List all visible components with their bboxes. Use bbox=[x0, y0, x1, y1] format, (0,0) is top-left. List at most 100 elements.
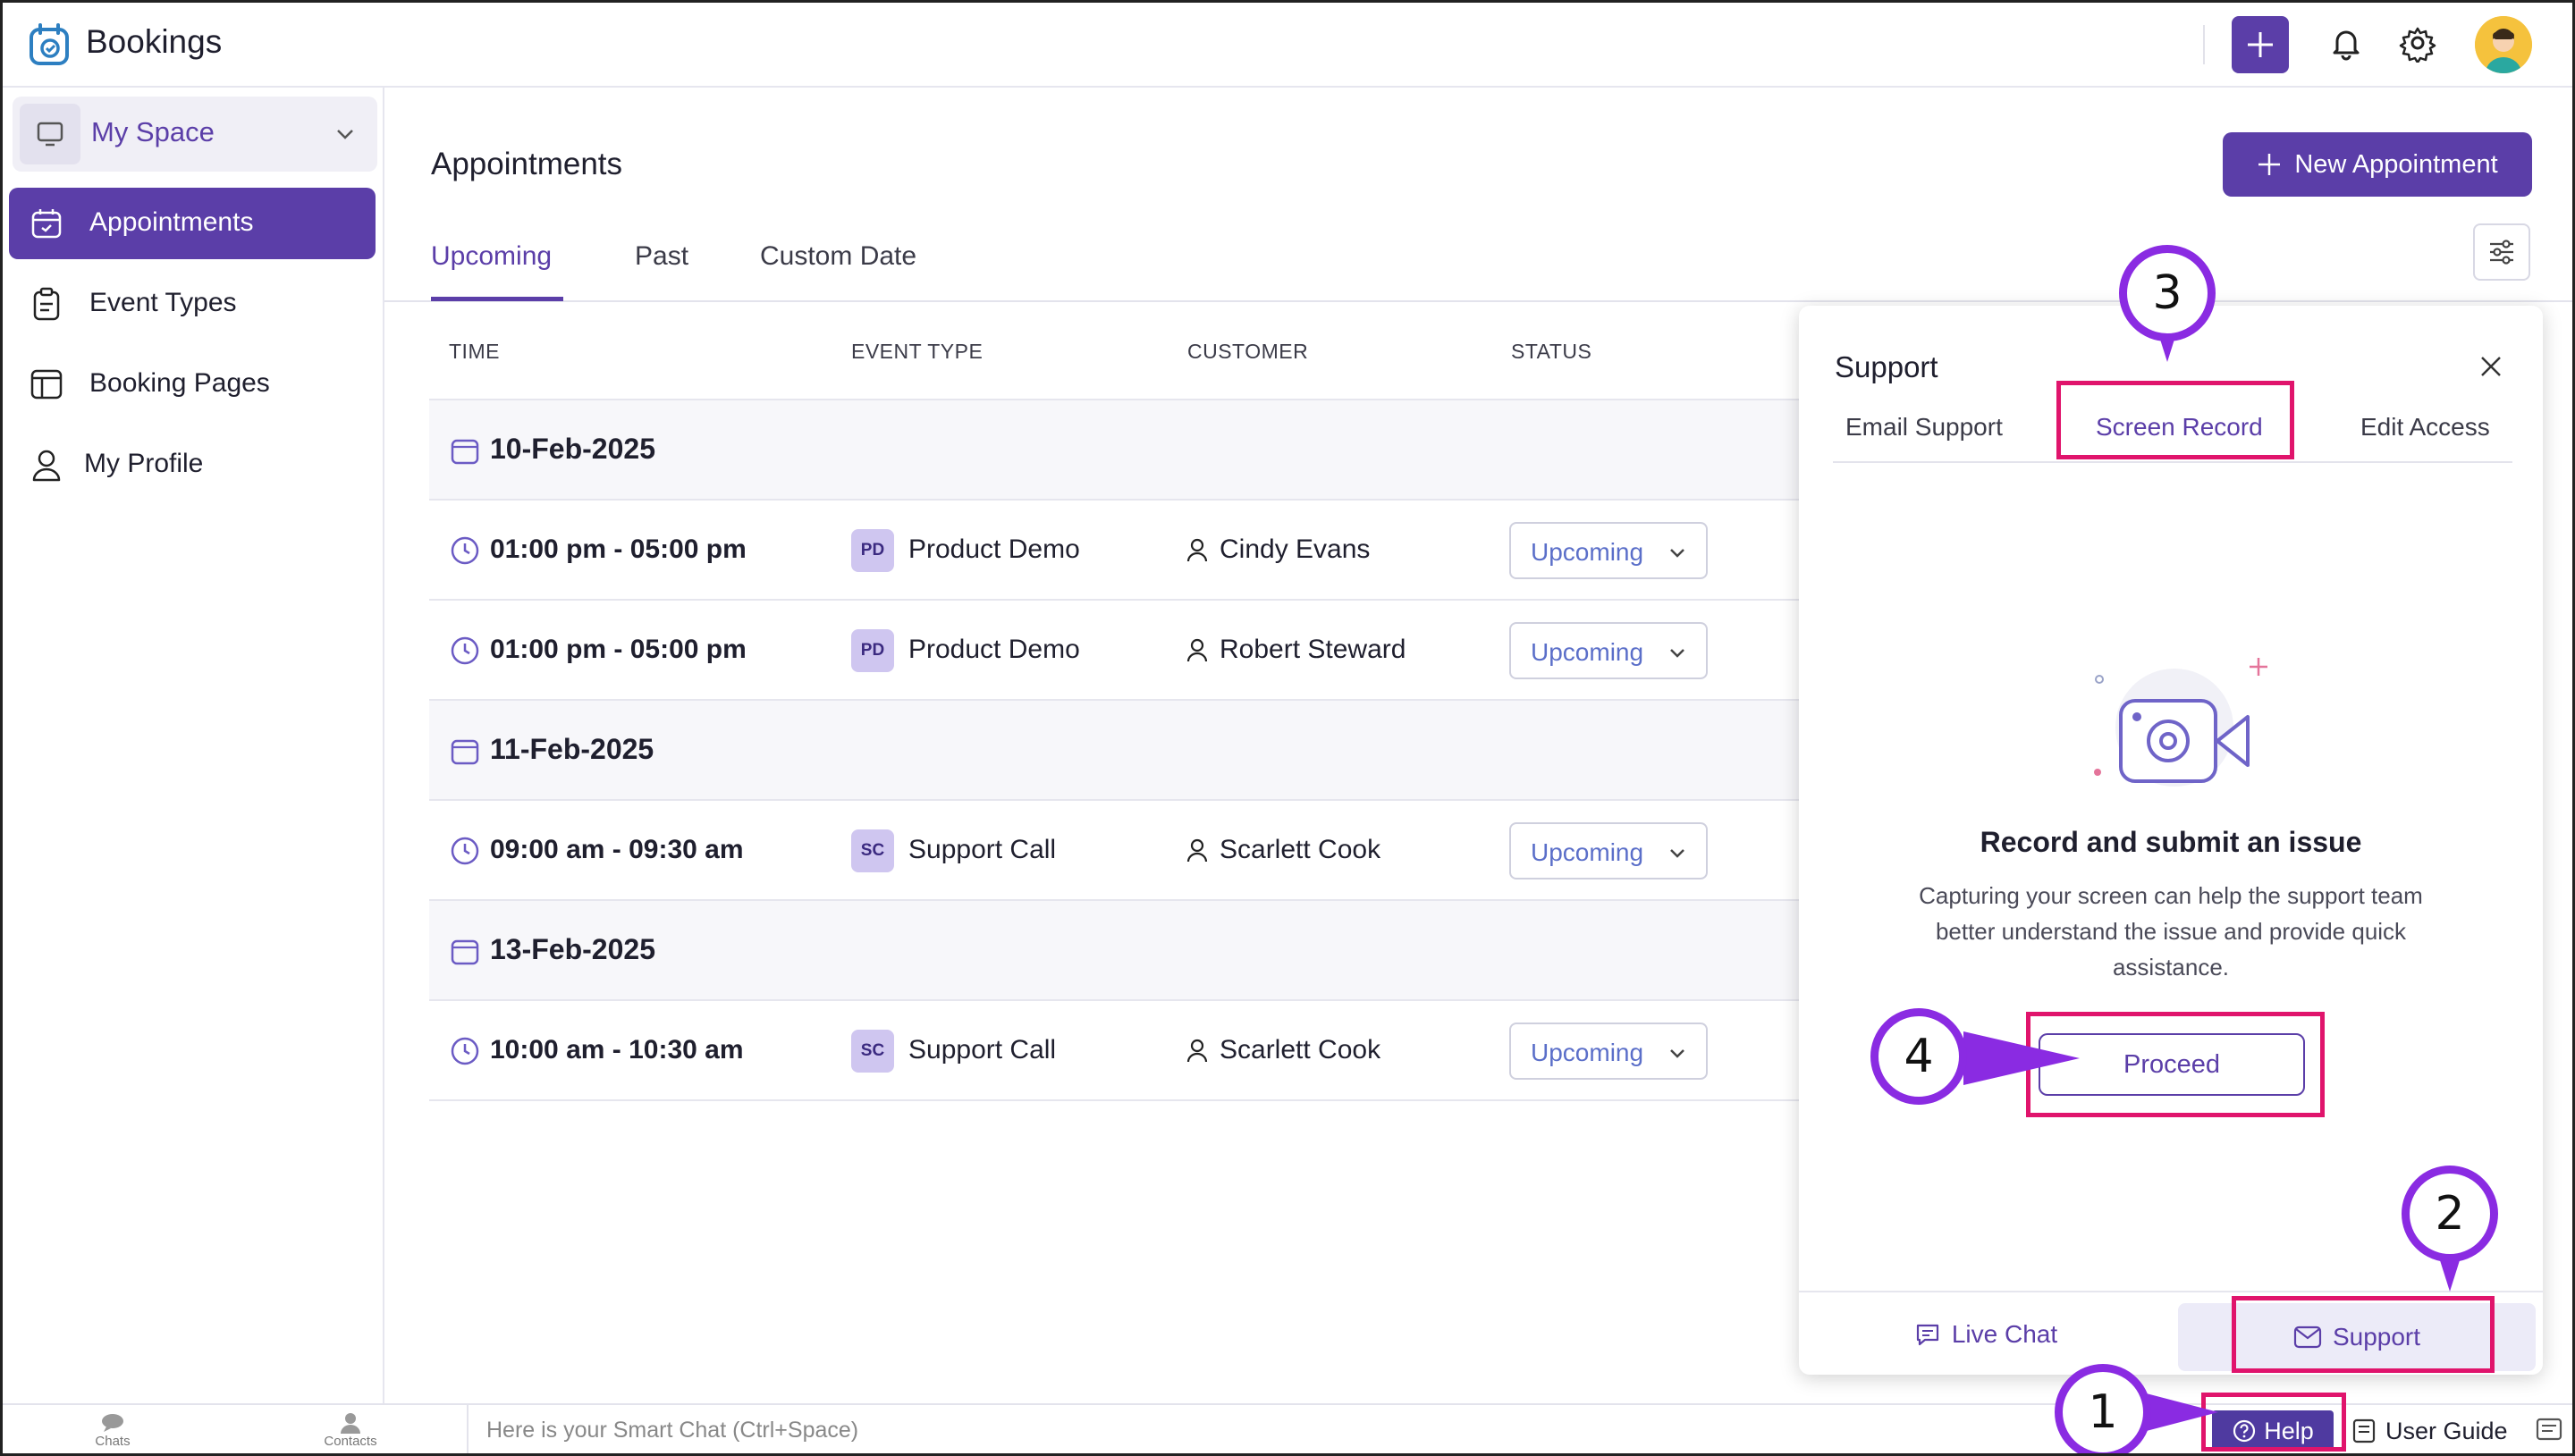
group-date: 11-Feb-2025 bbox=[490, 733, 654, 765]
record-heading: Record and submit an issue bbox=[1980, 826, 2362, 858]
appointment-time: 10:00 am - 10:30 am bbox=[490, 1035, 744, 1065]
sidebar: My Space Appointments Event Types Bookin… bbox=[0, 88, 384, 1403]
column-header-time: TIME bbox=[449, 340, 500, 363]
plus-icon bbox=[2258, 154, 2281, 175]
calendar-check-icon bbox=[31, 209, 62, 239]
status-value: Upcoming bbox=[1531, 638, 1644, 666]
smart-chat-input[interactable]: Here is your Smart Chat (Ctrl+Space) bbox=[467, 1405, 1629, 1456]
bell-icon[interactable] bbox=[2326, 23, 2366, 63]
chats-icon bbox=[102, 1414, 123, 1432]
contacts-icon bbox=[341, 1413, 360, 1434]
calendar-icon bbox=[451, 739, 479, 765]
notes-icon[interactable] bbox=[2534, 1414, 2564, 1444]
space-selector[interactable]: My Space bbox=[13, 97, 377, 172]
clock-icon bbox=[451, 837, 479, 865]
contacts-button[interactable]: Contacts bbox=[297, 1409, 404, 1455]
customer-name: Cindy Evans bbox=[1220, 534, 1371, 564]
appointment-time: 09:00 am - 09:30 am bbox=[490, 835, 744, 864]
event-badge: PD bbox=[851, 529, 894, 572]
date-group-row: 11-Feb-2025 bbox=[429, 701, 1806, 801]
callout-2: 2 bbox=[2402, 1166, 2498, 1262]
page-title: Appointments bbox=[431, 147, 623, 181]
tab-upcoming[interactable]: Upcoming bbox=[431, 241, 552, 272]
book-icon bbox=[2352, 1418, 2376, 1443]
clock-icon bbox=[451, 1037, 479, 1065]
user-icon bbox=[32, 450, 61, 482]
close-icon[interactable] bbox=[2475, 350, 2507, 383]
chat-bubble-icon bbox=[1916, 1324, 1938, 1346]
chevron-down-icon bbox=[1670, 1049, 1684, 1058]
chevron-down-icon bbox=[1670, 649, 1684, 658]
person-icon bbox=[1186, 838, 1208, 863]
table-row[interactable]: 09:00 am - 09:30 am SC Support Call Scar… bbox=[429, 801, 1806, 901]
appointment-time: 01:00 pm - 05:00 pm bbox=[490, 635, 747, 664]
live-chat-button[interactable]: Live Chat bbox=[1799, 1292, 2173, 1376]
active-tab-indicator bbox=[431, 297, 563, 301]
bookings-logo-icon bbox=[30, 23, 69, 65]
new-appointment-button[interactable]: New Appointment bbox=[2223, 132, 2532, 197]
event-type: Support Call bbox=[908, 1035, 1057, 1065]
sidebar-item-label: Event Types bbox=[89, 288, 237, 317]
table-row[interactable]: 01:00 pm - 05:00 pm PD Product Demo Robe… bbox=[429, 601, 1806, 701]
calendar-icon bbox=[451, 939, 479, 965]
sidebar-item-my-profile[interactable]: My Profile bbox=[9, 429, 376, 501]
customer-name: Robert Steward bbox=[1220, 635, 1406, 664]
chevron-down-icon bbox=[337, 130, 353, 139]
highlight-screen-record bbox=[2056, 381, 2294, 459]
sidebar-item-label: Booking Pages bbox=[89, 368, 270, 398]
calendar-icon bbox=[451, 439, 479, 465]
person-icon bbox=[1186, 1039, 1208, 1063]
group-date: 10-Feb-2025 bbox=[490, 433, 655, 465]
date-group-row: 13-Feb-2025 bbox=[429, 901, 1806, 1001]
gear-icon[interactable] bbox=[2398, 23, 2437, 63]
event-badge: SC bbox=[851, 829, 894, 872]
support-panel-title: Support bbox=[1835, 350, 1938, 383]
tab-past[interactable]: Past bbox=[635, 241, 688, 272]
tab-email-support[interactable]: Email Support bbox=[1845, 413, 2003, 442]
status-dropdown[interactable]: Upcoming bbox=[1509, 822, 1708, 879]
chevron-down-icon bbox=[1670, 849, 1684, 858]
sidebar-item-label: Appointments bbox=[89, 207, 254, 237]
user-guide-label: User Guide bbox=[2385, 1417, 2508, 1444]
create-button[interactable] bbox=[2232, 16, 2289, 73]
user-guide-button[interactable]: User Guide bbox=[2351, 1410, 2512, 1452]
tab-edit-access[interactable]: Edit Access bbox=[2360, 413, 2490, 442]
contacts-label: Contacts bbox=[324, 1434, 377, 1449]
table-row[interactable]: 10:00 am - 10:30 am SC Support Call Scar… bbox=[429, 1001, 1806, 1101]
status-value: Upcoming bbox=[1531, 838, 1644, 866]
sidebar-item-booking-pages[interactable]: Booking Pages bbox=[9, 349, 376, 420]
status-value: Upcoming bbox=[1531, 538, 1644, 566]
chats-label: Chats bbox=[95, 1434, 131, 1449]
status-dropdown[interactable]: Upcoming bbox=[1509, 622, 1708, 679]
space-label: My Space bbox=[91, 116, 215, 147]
tab-custom-date[interactable]: Custom Date bbox=[760, 241, 916, 272]
callout-3: 3 bbox=[2119, 245, 2216, 341]
sidebar-item-event-types[interactable]: Event Types bbox=[9, 268, 376, 340]
avatar[interactable] bbox=[2475, 16, 2532, 73]
appointment-time: 01:00 pm - 05:00 pm bbox=[490, 534, 747, 564]
group-date: 13-Feb-2025 bbox=[490, 933, 655, 965]
clipboard-icon bbox=[33, 287, 60, 321]
table-row[interactable]: 01:00 pm - 05:00 pm PD Product Demo Cind… bbox=[429, 501, 1806, 601]
video-camera-illustration-icon bbox=[2094, 658, 2267, 787]
column-header-status: STATUS bbox=[1511, 340, 1592, 363]
status-dropdown[interactable]: Upcoming bbox=[1509, 522, 1708, 579]
monitor-icon bbox=[20, 104, 80, 164]
live-chat-label: Live Chat bbox=[1951, 1320, 2058, 1348]
person-icon bbox=[1186, 538, 1208, 562]
callout-1: 1 bbox=[2055, 1364, 2151, 1456]
status-value: Upcoming bbox=[1531, 1039, 1644, 1066]
event-type: Product Demo bbox=[908, 534, 1080, 564]
divider bbox=[2203, 25, 2205, 64]
event-badge: SC bbox=[851, 1030, 894, 1073]
highlight-help bbox=[2201, 1393, 2346, 1452]
callout-4: 4 bbox=[1870, 1008, 1967, 1105]
clock-icon bbox=[451, 536, 479, 565]
person-icon bbox=[1186, 638, 1208, 662]
status-dropdown[interactable]: Upcoming bbox=[1509, 1023, 1708, 1080]
highlight-support bbox=[2232, 1296, 2495, 1373]
app-title: Bookings bbox=[86, 23, 223, 60]
chats-button[interactable]: Chats bbox=[59, 1409, 166, 1455]
sidebar-item-appointments[interactable]: Appointments bbox=[9, 188, 376, 259]
customer-name: Scarlett Cook bbox=[1220, 835, 1381, 864]
